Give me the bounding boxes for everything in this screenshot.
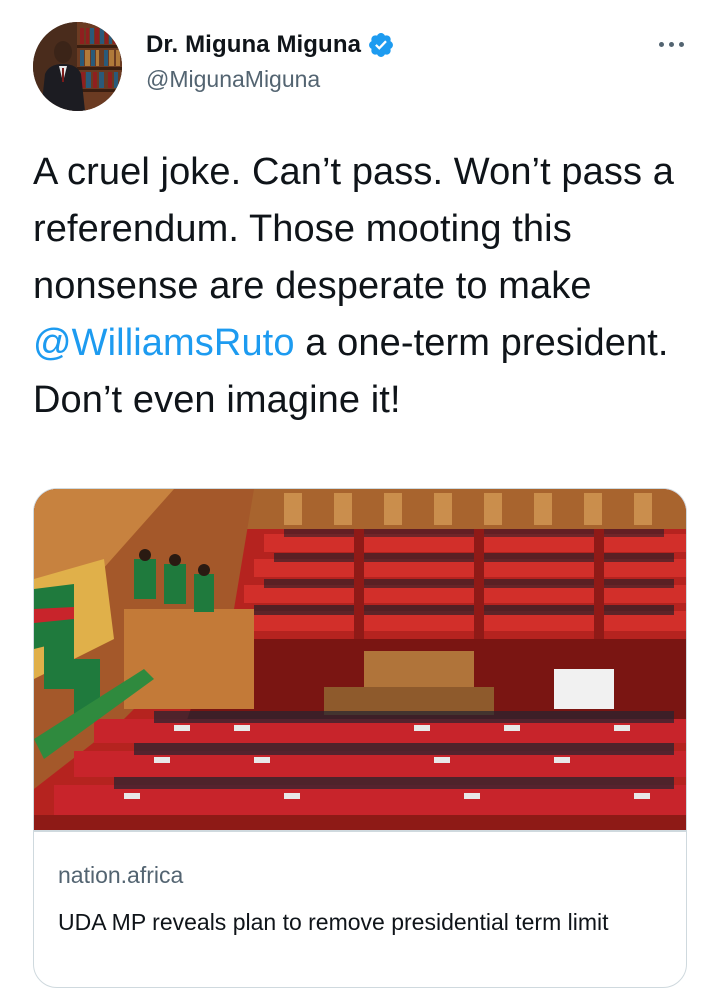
author-names: Dr. Miguna Miguna @MigunaMiguna [146,28,395,93]
profile-photo-icon [33,22,122,111]
more-dot [668,41,674,47]
handle[interactable]: @MigunaMiguna [146,66,395,93]
avatar[interactable] [33,22,122,111]
display-name[interactable]: Dr. Miguna Miguna [146,31,361,59]
tweet-text-before: A cruel joke. Can’t pass. Won’t pass a r… [33,151,674,307]
more-dot [678,41,684,47]
card-title[interactable]: UDA MP reveals plan to remove presidenti… [58,903,658,941]
more-options-icon[interactable] [654,36,688,52]
card-divider [34,830,686,832]
verified-badge-icon [367,31,395,59]
card-domain: nation.africa [58,862,184,888]
parliament-chamber-photo [34,489,686,830]
tweet-text: A cruel joke. Can’t pass. Won’t pass a r… [33,144,693,429]
mention-link[interactable]: @WilliamsRuto [33,322,295,364]
link-card[interactable]: nation.africa UDA MP reveals plan to rem… [33,488,687,988]
display-name-row: Dr. Miguna Miguna [146,28,395,62]
card-image[interactable] [34,489,686,830]
more-dot [658,41,664,47]
tweet-header: Dr. Miguna Miguna @MigunaMiguna [0,0,720,120]
